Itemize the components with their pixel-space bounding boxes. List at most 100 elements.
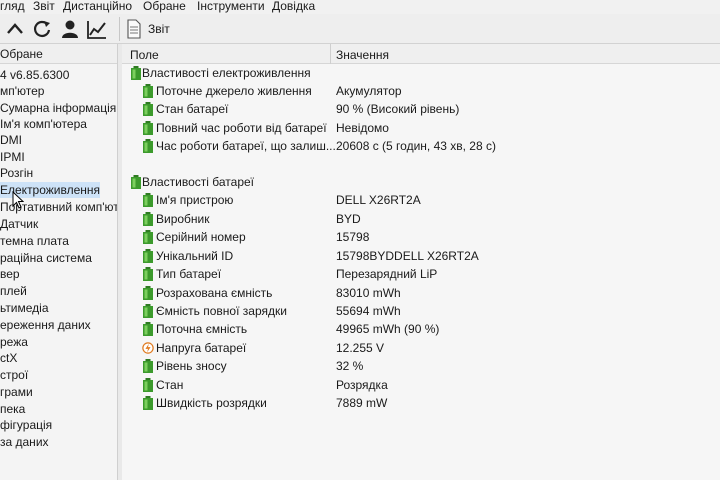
sidebar-item[interactable]: пека <box>0 401 25 417</box>
row-value: Невідомо <box>336 121 389 135</box>
row-value: 83010 mWh <box>336 286 401 300</box>
menu-bar: гляд Звіт Дистанційно Обране Інструменти… <box>0 0 720 14</box>
table-row[interactable]: Ім'я пристрою DELL X26RT2A <box>122 191 720 209</box>
section-battery-properties[interactable]: Властивості батареї <box>122 173 720 191</box>
row-value: 7889 mW <box>336 396 388 410</box>
table-row[interactable]: Унікальний ID 15798BYDDELL X26RT2A <box>122 247 720 265</box>
chart-icon[interactable] <box>86 18 108 40</box>
battery-icon <box>143 139 153 153</box>
sidebar-item[interactable]: DMI <box>0 132 22 148</box>
sidebar-item[interactable]: 4 v6.85.6300 <box>0 67 69 83</box>
sidebar-item[interactable]: режа <box>0 334 28 350</box>
sidebar-item[interactable]: Датчик <box>0 216 38 232</box>
table-row[interactable]: Час роботи батареї, що залиш... 20608 с … <box>122 137 720 155</box>
sidebar-item[interactable]: вер <box>0 266 20 282</box>
battery-icon <box>143 193 153 207</box>
column-separator <box>330 44 331 64</box>
row-value: BYD <box>336 212 361 226</box>
sidebar-item[interactable]: ереження даних <box>0 317 91 333</box>
table-row[interactable]: Тип батареї Перезарядний LiP <box>122 265 720 283</box>
row-field: Поточна ємність <box>156 322 248 336</box>
report-button[interactable]: Звіт <box>126 18 170 40</box>
row-value: 90 % (Високий рівень) <box>336 102 460 116</box>
column-header-field[interactable]: Поле <box>130 48 159 62</box>
sidebar-item[interactable]: Ім'я комп'ютера <box>0 116 87 132</box>
battery-icon <box>143 267 153 281</box>
user-icon[interactable] <box>59 18 81 40</box>
row-field: Виробник <box>156 212 210 226</box>
menu-remote[interactable]: Дистанційно <box>63 0 132 13</box>
battery-icon <box>143 286 153 300</box>
sidebar-item[interactable]: плей <box>0 283 27 299</box>
row-field: Унікальний ID <box>156 249 234 263</box>
sidebar-header[interactable]: Обране <box>0 44 117 64</box>
row-field: Повний час роботи від батареї <box>156 121 327 135</box>
row-field: Тип батареї <box>156 267 222 281</box>
menu-report[interactable]: Звіт <box>33 0 55 13</box>
battery-icon <box>143 84 153 98</box>
sidebar-item[interactable]: строї <box>0 367 28 383</box>
column-header-value[interactable]: Значення <box>336 48 389 62</box>
table-row[interactable]: Поточна ємність 49965 mWh (90 %) <box>122 320 720 338</box>
row-field: Серійний номер <box>156 230 246 244</box>
row-field: Напруга батареї <box>156 341 247 355</box>
sidebar-item[interactable]: фігурація <box>0 417 52 433</box>
sidebar-item[interactable]: раційна система <box>0 250 92 266</box>
table-row[interactable]: Повний час роботи від батареї Невідомо <box>122 119 720 137</box>
battery-icon <box>143 359 153 373</box>
battery-icon <box>143 121 153 135</box>
row-field: Поточне джерело живлення <box>156 84 312 98</box>
battery-icon <box>143 212 153 226</box>
sidebar-item[interactable]: за даних <box>0 434 49 450</box>
sidebar-item[interactable]: Розгін <box>0 165 33 181</box>
table-row[interactable]: Стан Розрядка <box>122 376 720 394</box>
section-power-properties[interactable]: Властивості електроживлення <box>122 64 720 82</box>
row-field: Швидкість розрядки <box>156 396 267 410</box>
battery-icon <box>143 230 153 244</box>
row-field: Час роботи батареї, що залиш... <box>156 139 336 153</box>
menu-help[interactable]: Довідка <box>272 0 315 13</box>
row-field: Ємність повної зарядки <box>156 304 287 318</box>
table-row[interactable]: Поточне джерело живлення Акумулятор <box>122 82 720 100</box>
row-value: DELL X26RT2A <box>336 193 421 207</box>
chevron-up-icon[interactable] <box>4 18 26 40</box>
row-value: 32 % <box>336 359 364 373</box>
menu-tools[interactable]: Інструменти <box>197 0 265 13</box>
sidebar-item[interactable]: грами <box>0 384 33 400</box>
toolbar: Звіт <box>0 14 720 44</box>
battery-icon <box>143 304 153 318</box>
sidebar-item[interactable]: IPMI <box>0 149 25 165</box>
row-value: Акумулятор <box>336 84 402 98</box>
row-field: Стан <box>156 378 184 392</box>
table-row[interactable]: Серійний номер 15798 <box>122 228 720 246</box>
table-row[interactable]: Стан батареї 90 % (Високий рівень) <box>122 100 720 118</box>
section-title: Властивості батареї <box>142 175 255 189</box>
battery-icon <box>143 396 153 410</box>
document-icon <box>127 19 141 39</box>
row-value: Перезарядний LiP <box>336 267 438 281</box>
menu-favorites[interactable]: Обране <box>143 0 186 13</box>
row-field: Розрахована ємність <box>156 286 273 300</box>
row-field: Стан батареї <box>156 102 229 116</box>
row-value: 20608 с (5 годин, 43 хв, 28 с) <box>336 139 496 153</box>
refresh-icon[interactable] <box>31 18 53 40</box>
sidebar-item[interactable]: Сумарна інформація <box>0 100 116 116</box>
battery-icon <box>131 175 141 189</box>
table-row[interactable]: Швидкість розрядки 7889 mW <box>122 394 720 412</box>
sidebar-item[interactable]: ctX <box>0 350 17 366</box>
sidebar-item[interactable]: мп'ютер <box>0 83 44 99</box>
row-field: Ім'я пристрою <box>156 193 234 207</box>
table-row[interactable]: Розрахована ємність 83010 mWh <box>122 284 720 302</box>
sidebar-item[interactable]: темна плата <box>0 233 69 249</box>
table-row[interactable]: Напруга батареї 12.255 V <box>122 339 720 357</box>
battery-icon <box>143 378 153 392</box>
sidebar-item[interactable]: ьтимедіа <box>0 300 49 316</box>
table-row[interactable]: Ємність повної зарядки 55694 mWh <box>122 302 720 320</box>
section-title: Властивості електроживлення <box>142 66 311 80</box>
row-value: Розрядка <box>336 378 388 392</box>
menu-view[interactable]: гляд <box>0 0 25 13</box>
table-row[interactable]: Рівень зносу 32 % <box>122 357 720 375</box>
row-value: 15798BYDDELL X26RT2A <box>336 249 479 263</box>
battery-icon <box>143 249 153 263</box>
table-row[interactable]: Виробник BYD <box>122 210 720 228</box>
